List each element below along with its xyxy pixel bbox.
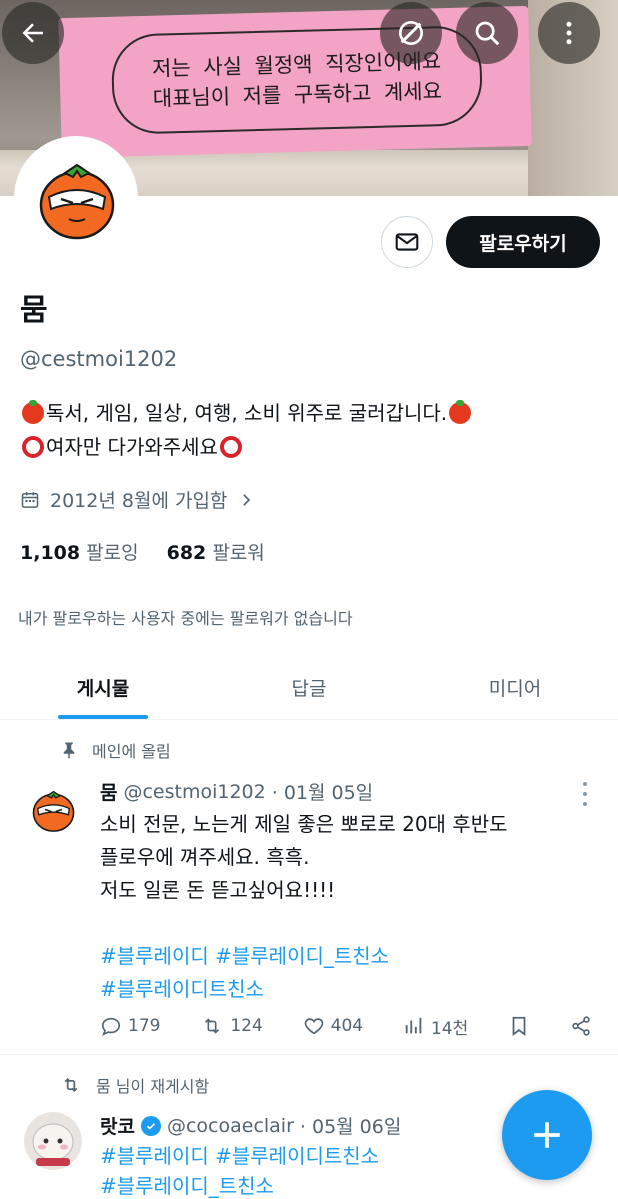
verified-badge-icon xyxy=(140,1115,161,1136)
search-icon xyxy=(475,21,500,46)
tomato-emoji-icon xyxy=(22,400,44,424)
tweet-line-3: 저도 일론 돈 뜯고싶어요!!!! xyxy=(100,878,336,902)
reply-count: 179 xyxy=(128,1016,161,1036)
join-date[interactable]: 2012년 8월에 가입함 xyxy=(20,486,255,513)
profile-tabs: 게시물 답글 미디어 xyxy=(0,656,618,720)
retweet-icon xyxy=(64,1077,78,1093)
like-count: 404 xyxy=(330,1016,364,1036)
profile-name: 뭄 xyxy=(20,293,48,328)
tomato-avatar-image xyxy=(21,143,131,253)
tweet-header: 뭄 @cestmoi1202 · 01월 05일 xyxy=(100,778,373,805)
tweet-line-1: 소비 전문, 노는게 제일 좋은 뽀로로 20대 후반도 xyxy=(100,812,508,836)
retweet-context[interactable]: 뭄 님이 재게시함 xyxy=(96,1073,209,1097)
tweet-avatar[interactable] xyxy=(24,780,82,838)
retweet-author-handle[interactable]: @cocoaeclair xyxy=(167,1115,294,1137)
retweet-hashtags-1[interactable]: #블루레이디 #블루레이디트친소 xyxy=(100,1141,379,1171)
compose-button[interactable] xyxy=(502,1090,592,1180)
tomato-avatar-image xyxy=(24,780,82,838)
plus-icon xyxy=(534,1122,560,1148)
like-button[interactable]: 404 xyxy=(303,1015,363,1037)
tweet-text[interactable]: 소비 전문, 노는게 제일 좋은 뽀로로 20대 후반도 플로우에 껴주세요. … xyxy=(100,808,508,1006)
retweet-count: 124 xyxy=(230,1016,263,1036)
bookmark-button[interactable] xyxy=(508,1015,530,1037)
profile-bio: 독서, 게임, 일상, 여행, 소비 위주로 굴러갑니다. 여자만 다가와주세요 xyxy=(20,396,473,464)
retweet-button[interactable]: 124 xyxy=(200,1015,263,1037)
bio-line-1-text: 독서, 게임, 일상, 여행, 소비 위주로 굴러갑니다. xyxy=(46,401,448,425)
follow-stats: 1,108 팔로잉 682 팔로워 xyxy=(20,538,265,565)
following-count: 1,108 xyxy=(20,542,81,564)
pin-icon xyxy=(63,742,75,759)
tweet-author-name[interactable]: 뭄 xyxy=(100,778,117,805)
retweet-author-name[interactable]: 랏코 xyxy=(100,1112,135,1139)
tweet-divider xyxy=(0,1054,618,1055)
retweet-author-avatar[interactable] xyxy=(24,1112,82,1170)
tweet-date[interactable]: · 01월 05일 xyxy=(272,778,373,805)
following-label: 팔로잉 xyxy=(86,542,139,564)
tab-media[interactable]: 미디어 xyxy=(412,656,618,719)
tweet-actions: 179 124 404 14천 xyxy=(100,1010,592,1042)
grok-icon xyxy=(399,21,423,45)
no-mutual-followers: 내가 팔로우하는 사용자 중에는 팔로워가 없습니다 xyxy=(18,609,353,628)
more-button[interactable] xyxy=(538,2,600,64)
followers-label: 팔로워 xyxy=(212,542,265,564)
calendar-icon xyxy=(21,491,39,508)
followers-link[interactable]: 682 팔로워 xyxy=(167,538,265,565)
retweet-indicator: 뭄 님이 재게시함 xyxy=(60,1073,209,1097)
more-vertical-icon xyxy=(566,21,572,45)
retweet-icon xyxy=(205,1018,220,1034)
analytics-icon xyxy=(405,1017,422,1034)
retweet-text[interactable]: #블루레이디 #블루레이디트친소 #블루레이디_트친소 xyxy=(100,1141,379,1199)
retweet-date[interactable]: · 05월 06일 xyxy=(300,1112,401,1139)
reply-button[interactable]: 179 xyxy=(100,1015,160,1037)
plush-avatar-image xyxy=(24,1112,82,1170)
tweet-hashtags-1[interactable]: #블루레이디 #블루레이디_트친소 xyxy=(100,940,508,973)
tomato-emoji-icon xyxy=(449,400,472,424)
follow-button[interactable]: 팔로우하기 xyxy=(446,216,600,268)
tab-posts[interactable]: 게시물 xyxy=(0,656,206,719)
tweet-line-2: 플로우에 껴주세요. 흑흑. xyxy=(100,845,310,869)
tweet-author-handle[interactable]: @cestmoi1202 xyxy=(123,781,265,803)
bookmark-icon xyxy=(512,1016,526,1036)
views-button[interactable]: 14천 xyxy=(403,1014,468,1039)
retweet-hashtags-2[interactable]: #블루레이디_트친소 xyxy=(100,1171,379,1199)
bio-line-2: 여자만 다가와주세요 xyxy=(20,430,473,464)
grok-button[interactable] xyxy=(380,2,442,64)
tweet-more-button[interactable] xyxy=(575,782,595,806)
bio-line-1: 독서, 게임, 일상, 여행, 소비 위주로 굴러갑니다. xyxy=(20,396,473,430)
pinned-indicator: 메인에 올림 xyxy=(60,738,171,762)
share-icon xyxy=(572,1016,590,1036)
reply-icon xyxy=(101,1017,121,1036)
following-link[interactable]: 1,108 팔로잉 xyxy=(20,538,139,565)
share-button[interactable] xyxy=(570,1015,592,1037)
back-button[interactable] xyxy=(2,2,64,64)
heart-icon xyxy=(304,1018,323,1035)
profile-handle: @cestmoi1202 xyxy=(20,347,178,371)
sticker-line-2: 대표님이 저를 구독하고 계세요 xyxy=(152,79,443,111)
red-circle-emoji-icon xyxy=(22,436,44,458)
bio-line-2-text: 여자만 다가와주세요 xyxy=(46,435,218,459)
view-count: 14천 xyxy=(430,1018,469,1039)
retweet-header: 랏코 @cocoaeclair · 05월 06일 xyxy=(100,1112,401,1139)
chevron-right-icon xyxy=(243,493,251,506)
profile-avatar[interactable] xyxy=(14,136,138,260)
arrow-left-icon xyxy=(22,23,43,43)
search-button[interactable] xyxy=(456,2,518,64)
red-circle-emoji-icon xyxy=(219,436,242,458)
followers-count: 682 xyxy=(166,542,207,564)
join-date-text: 2012년 8월에 가입함 xyxy=(50,490,228,512)
mail-icon xyxy=(395,233,419,251)
pinned-label: 메인에 올림 xyxy=(92,742,171,761)
tweet-hashtags-2[interactable]: #블루레이디트친소 xyxy=(100,973,508,1006)
message-button[interactable] xyxy=(381,216,433,268)
tab-replies[interactable]: 답글 xyxy=(206,656,412,719)
